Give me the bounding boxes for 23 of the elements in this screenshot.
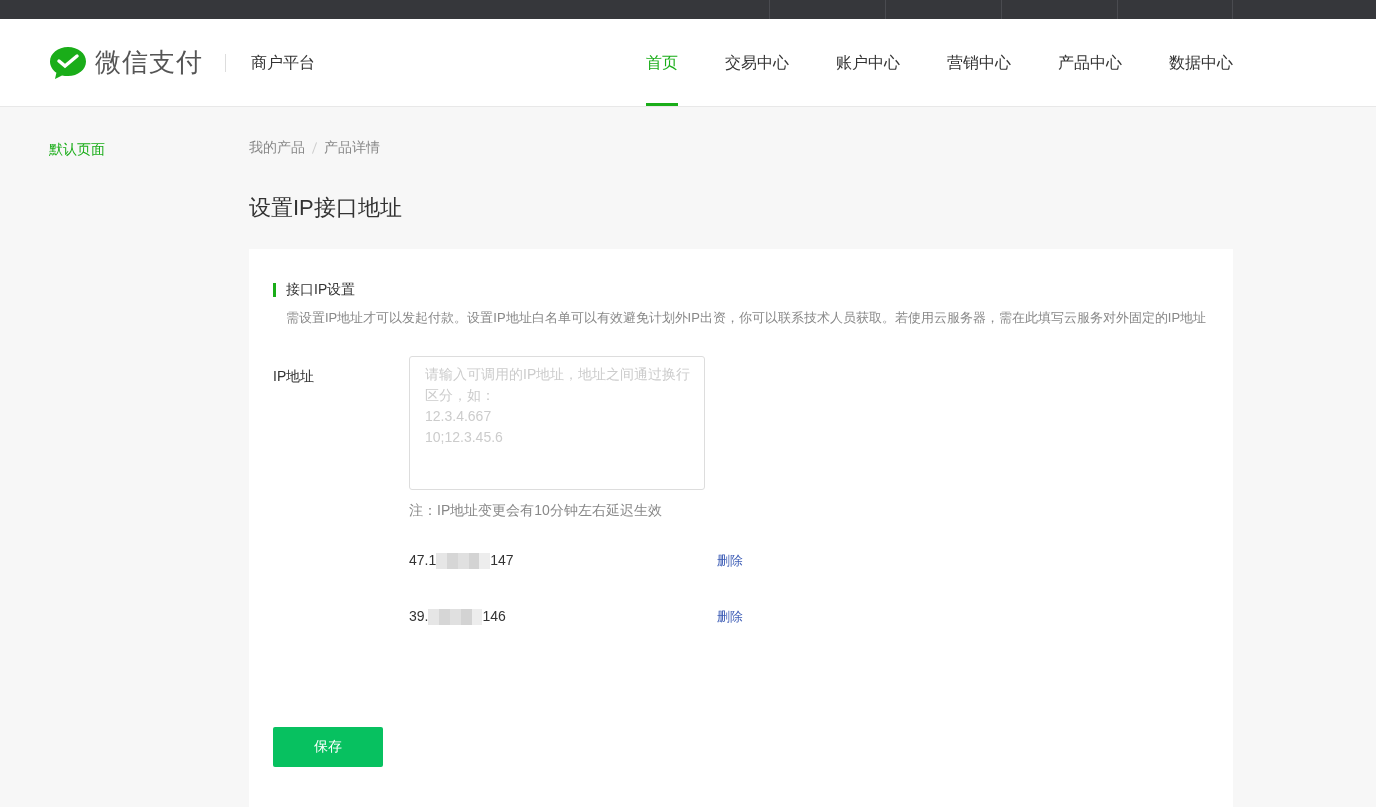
section-description: 需设置IP地址才可以发起付款。设置IP地址白名单可以有效避免计划外IP出资，你可以联系技术人员获取。若使用云服务器，需在此填写云服务对外固定的IP地址 — [286, 309, 1208, 327]
nav-tab[interactable]: 交易中心 — [725, 19, 789, 106]
ip-address-start: 47.1 — [409, 551, 437, 570]
breadcrumb-link[interactable]: 我的产品 — [249, 137, 305, 158]
ip-address-end: 146 — [482, 607, 506, 626]
nav-tab[interactable]: 数据中心 — [1169, 19, 1233, 106]
section-title: 接口IP设置 — [286, 280, 356, 299]
blurred-mosaic — [436, 552, 491, 569]
nav-tab[interactable]: 账户中心 — [836, 19, 900, 106]
chat-check-logo-icon — [49, 44, 87, 81]
field-label: IP地址 — [273, 366, 316, 386]
delete-link[interactable]: 删除 — [717, 550, 743, 571]
blurred-mosaic — [428, 608, 483, 625]
nav-tab[interactable]: 产品中心 — [1058, 19, 1122, 106]
page-title: 设置IP接口地址 — [249, 194, 403, 222]
platform-name: 商户平台 — [251, 52, 315, 73]
ip-address-end: 147 — [490, 551, 514, 570]
nav-tab[interactable]: 营销中心 — [947, 19, 1011, 106]
delete-link[interactable]: 删除 — [717, 606, 743, 627]
breadcrumb-link[interactable]: 产品详情 — [324, 137, 380, 158]
brand-name: 微信支付 — [95, 46, 203, 79]
ip-address-start: 39. — [409, 607, 429, 626]
note-text: 注：IP地址变更会有10分钟左右延迟生效 — [409, 500, 663, 520]
